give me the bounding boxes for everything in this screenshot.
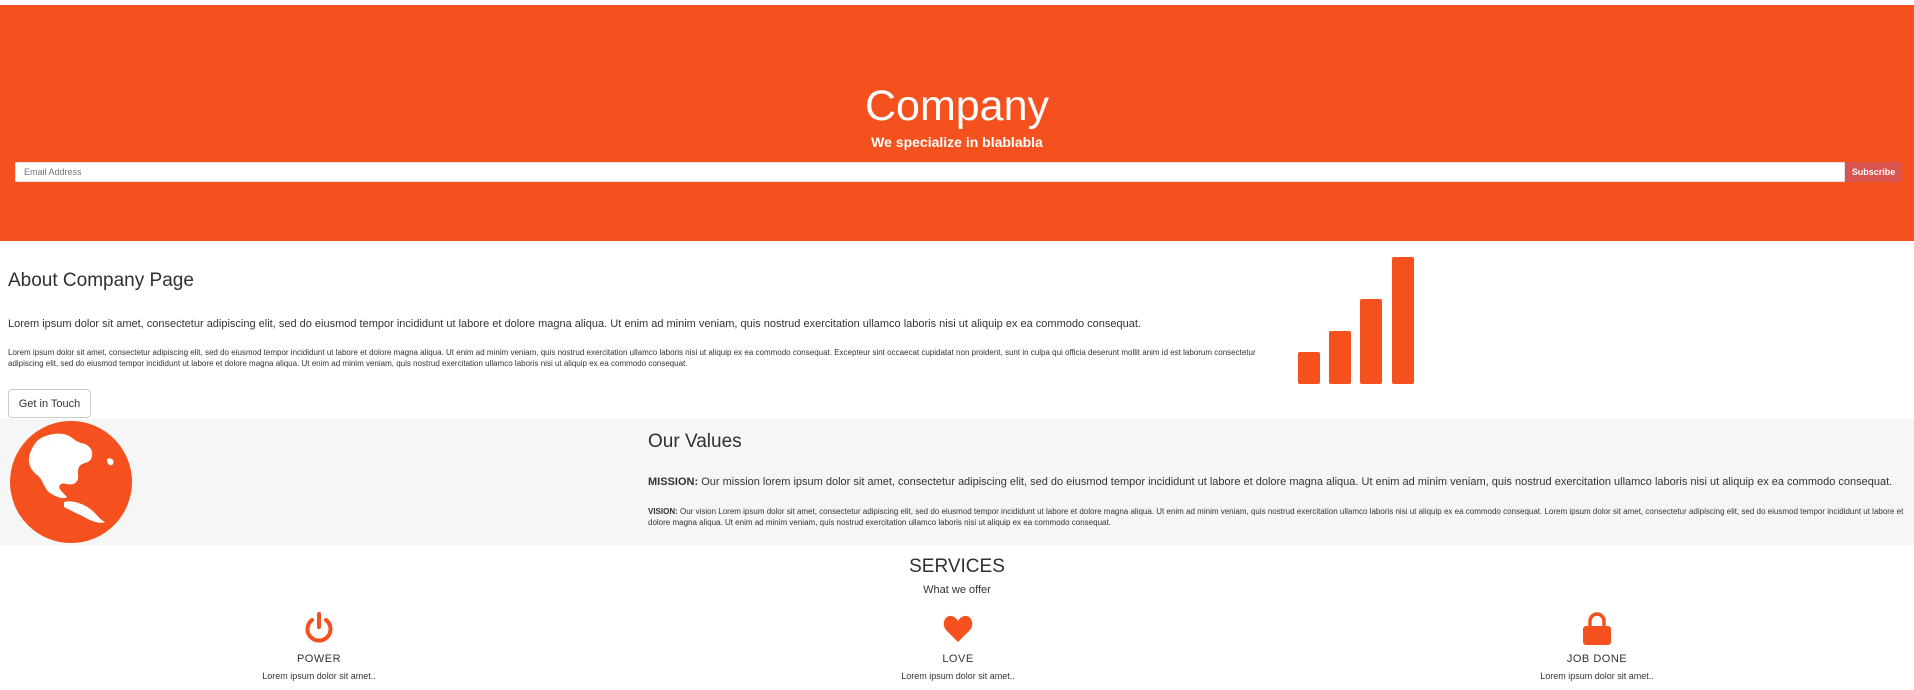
company-tagline: We specialize in blablabla (871, 134, 1043, 150)
mission-statement: MISSION: Our mission lorem ipsum dolor s… (648, 475, 1908, 489)
vision-statement: VISION: Our vision Lorem ipsum dolor sit… (648, 506, 1908, 528)
mission-label: MISSION: (648, 476, 699, 488)
about-title: About Company Page (8, 270, 194, 291)
service-name: LOVE (942, 653, 974, 665)
service-name: POWER (296, 653, 342, 665)
lock-icon (1583, 612, 1611, 645)
values-section: Our Values MISSION: Our mission lorem ip… (0, 419, 1914, 545)
services-title: SERVICES (909, 556, 1005, 577)
service-power: POWER Lorem ipsum dolor sit amet.. (219, 612, 419, 682)
company-title: Company (864, 82, 1050, 130)
service-name: JOB DONE (1566, 653, 1628, 665)
subscribe-button[interactable]: Subscribe (1846, 162, 1901, 182)
values-title: Our Values (648, 431, 742, 452)
service-description: Lorem ipsum dolor sit amet.. (901, 671, 1015, 681)
about-body-text: Lorem ipsum dolor sit amet, consectetur … (8, 348, 1256, 368)
get-in-touch-button[interactable]: Get in Touch (8, 389, 91, 418)
about-lead-text: Lorem ipsum dolor sit amet, consectetur … (8, 318, 1141, 330)
service-description: Lorem ipsum dolor sit amet.. (262, 671, 376, 681)
heart-icon (943, 615, 973, 642)
vision-label: VISION: (648, 507, 678, 516)
hero-banner: Company We specialize in blablabla Subsc… (0, 5, 1914, 241)
about-section: About Company Page Lorem ipsum dolor sit… (0, 241, 1914, 419)
signal-icon (1298, 257, 1414, 384)
service-description: Lorem ipsum dolor sit amet.. (1540, 671, 1654, 681)
vision-text: Our vision Lorem ipsum dolor sit amet, c… (648, 507, 1904, 527)
email-input[interactable] (15, 162, 1845, 182)
power-icon (305, 612, 333, 643)
globe-icon (10, 421, 132, 543)
mission-text: Our mission lorem ipsum dolor sit amet, … (701, 476, 1893, 488)
service-job-done: JOB DONE Lorem ipsum dolor sit amet.. (1497, 612, 1697, 682)
service-love: LOVE Lorem ipsum dolor sit amet.. (858, 612, 1058, 682)
services-subtitle: What we offer (923, 584, 991, 596)
